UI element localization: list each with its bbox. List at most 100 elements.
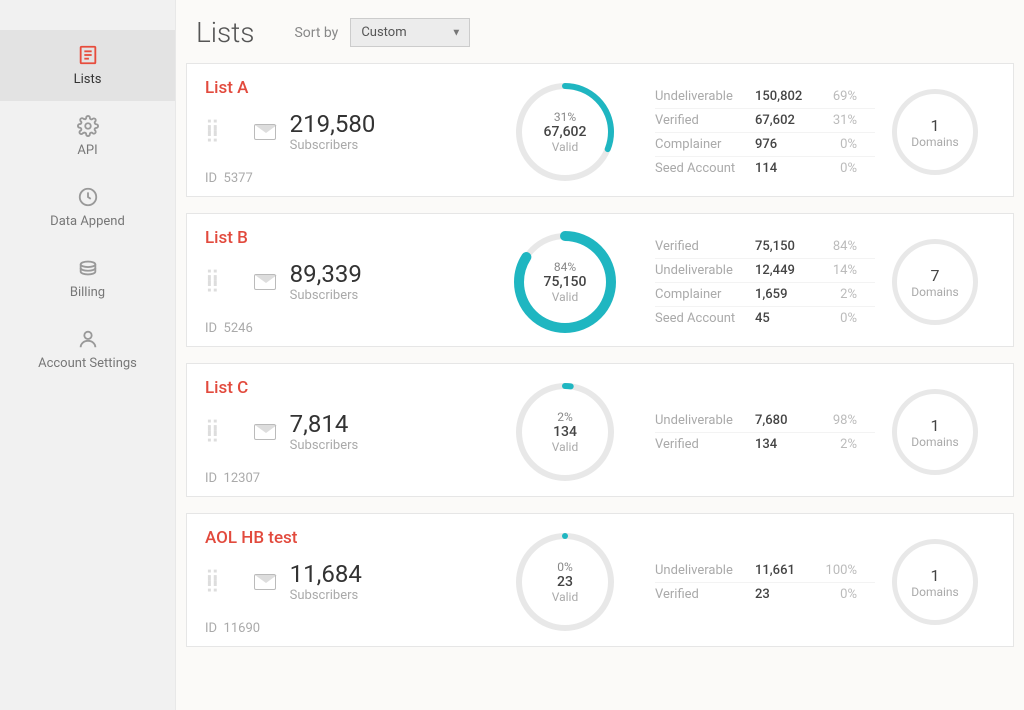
- drag-handle-icon[interactable]: ⠿⠿: [205, 574, 222, 590]
- stats-table: Undeliverable 11,661 100% Verified 23 0%: [625, 559, 875, 606]
- stat-count: 11,661: [755, 563, 817, 578]
- stat-pct: 0%: [817, 587, 857, 602]
- stat-row: Undeliverable 150,802 69%: [655, 85, 875, 109]
- sidebar-item-data-append[interactable]: Data Append: [0, 172, 175, 243]
- list-name-link[interactable]: List A: [205, 78, 505, 98]
- user-icon: [77, 328, 99, 350]
- stat-row: Verified 75,150 84%: [655, 235, 875, 259]
- stat-row: Undeliverable 11,661 100%: [655, 559, 875, 583]
- stat-row: Undeliverable 7,680 98%: [655, 409, 875, 433]
- main-content: Lists Sort by Custom ▼ List A ⠿⠿ 219,580…: [175, 0, 1024, 710]
- stat-pct: 84%: [817, 239, 857, 254]
- stat-pct: 14%: [817, 263, 857, 278]
- stat-pct: 0%: [817, 311, 857, 326]
- stat-row: Seed Account 45 0%: [655, 307, 875, 330]
- domains-count: 1: [931, 566, 940, 585]
- sortby-label: Sort by: [294, 25, 338, 41]
- domains-label: Domains: [911, 435, 959, 449]
- stat-pct: 0%: [817, 161, 857, 176]
- stat-label: Complainer: [655, 137, 755, 152]
- sidebar-item-api[interactable]: API: [0, 101, 175, 172]
- stat-pct: 2%: [817, 287, 857, 302]
- stat-count: 134: [755, 437, 817, 452]
- stat-row: Verified 134 2%: [655, 433, 875, 456]
- stat-pct: 98%: [817, 413, 857, 428]
- stat-label: Seed Account: [655, 311, 755, 326]
- sortby-select[interactable]: Custom ▼: [350, 18, 470, 47]
- donut-label: Valid: [552, 140, 579, 154]
- stat-label: Undeliverable: [655, 263, 755, 278]
- stat-label: Verified: [655, 113, 755, 128]
- drag-handle-icon[interactable]: ⠿⠿: [205, 274, 222, 290]
- sidebar-label: API: [77, 143, 97, 158]
- stat-count: 976: [755, 137, 817, 152]
- list-name-link[interactable]: AOL HB test: [205, 528, 505, 548]
- stats-table: Verified 75,150 84% Undeliverable 12,449…: [625, 235, 875, 330]
- stat-count: 7,680: [755, 413, 817, 428]
- subscribers-count: 11,684: [290, 560, 362, 588]
- list-icon: [77, 44, 99, 66]
- subscribers-label: Subscribers: [290, 588, 362, 603]
- domains-circle: 1 Domains: [892, 89, 978, 175]
- stats-table: Undeliverable 7,680 98% Verified 134 2%: [625, 409, 875, 456]
- sidebar-item-lists[interactable]: Lists: [0, 30, 175, 101]
- stat-label: Verified: [655, 239, 755, 254]
- sidebar-label: Lists: [74, 72, 102, 87]
- stat-label: Complainer: [655, 287, 755, 302]
- envelope-icon: [254, 424, 276, 440]
- stat-pct: 69%: [817, 89, 857, 104]
- page-title: Lists: [196, 16, 254, 49]
- stat-row: Seed Account 114 0%: [655, 157, 875, 180]
- donut-label: Valid: [552, 290, 579, 304]
- list-id: ID 12307: [205, 471, 505, 486]
- stat-count: 1,659: [755, 287, 817, 302]
- chevron-down-icon: ▼: [451, 27, 461, 38]
- stat-label: Seed Account: [655, 161, 755, 176]
- list-id: ID 5246: [205, 321, 505, 336]
- envelope-icon: [254, 574, 276, 590]
- list-card: AOL HB test ⠿⠿ 11,684 Subscribers ID 116…: [186, 513, 1014, 647]
- sortby-value: Custom: [361, 25, 406, 40]
- donut-value: 134: [553, 424, 577, 440]
- domains-label: Domains: [911, 585, 959, 599]
- stat-count: 150,802: [755, 89, 817, 104]
- drag-handle-icon[interactable]: ⠿⠿: [205, 124, 222, 140]
- donut-pct: 2%: [557, 410, 573, 424]
- coins-icon: [77, 257, 99, 279]
- donut-value: 67,602: [544, 124, 587, 140]
- clock-icon: [77, 186, 99, 208]
- stat-label: Undeliverable: [655, 89, 755, 104]
- sidebar-label: Billing: [70, 285, 105, 300]
- stat-count: 45: [755, 311, 817, 326]
- domains-count: 7: [931, 266, 940, 285]
- sidebar-item-billing[interactable]: Billing: [0, 243, 175, 314]
- list-name-link[interactable]: List C: [205, 378, 505, 398]
- donut-label: Valid: [552, 440, 579, 454]
- stat-count: 114: [755, 161, 817, 176]
- donut-value: 23: [557, 574, 573, 590]
- stat-row: Undeliverable 12,449 14%: [655, 259, 875, 283]
- stat-pct: 31%: [817, 113, 857, 128]
- stat-pct: 2%: [817, 437, 857, 452]
- drag-handle-icon[interactable]: ⠿⠿: [205, 424, 222, 440]
- subscribers-count: 7,814: [290, 410, 359, 438]
- donut-pct: 0%: [557, 560, 573, 574]
- sidebar-label: Data Append: [50, 214, 125, 229]
- page-header: Lists Sort by Custom ▼: [186, 10, 1014, 63]
- list-name-link[interactable]: List B: [205, 228, 505, 248]
- domains-count: 1: [931, 116, 940, 135]
- list-card: List B ⠿⠿ 89,339 Subscribers ID 5246: [186, 213, 1014, 347]
- stat-label: Undeliverable: [655, 413, 755, 428]
- stat-count: 12,449: [755, 263, 817, 278]
- donut-pct: 31%: [554, 110, 576, 124]
- envelope-icon: [254, 124, 276, 140]
- sidebar-item-account-settings[interactable]: Account Settings: [0, 314, 175, 385]
- stats-table: Undeliverable 150,802 69% Verified 67,60…: [625, 85, 875, 180]
- sidebar-label: Account Settings: [38, 356, 137, 371]
- donut-value: 75,150: [544, 274, 587, 290]
- list-id: ID 5377: [205, 171, 505, 186]
- stat-label: Verified: [655, 437, 755, 452]
- domains-circle: 7 Domains: [892, 239, 978, 325]
- stat-pct: 100%: [817, 563, 857, 578]
- donut-pct: 84%: [554, 260, 576, 274]
